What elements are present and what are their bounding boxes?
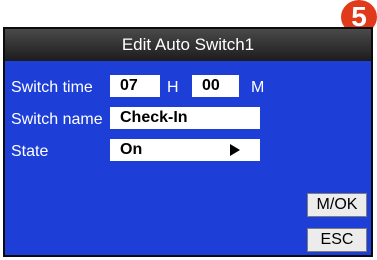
hour-unit-label: H [167,79,179,96]
minute-input[interactable]: 00 [192,75,239,97]
right-arrow-icon [230,144,240,156]
switch-name-input[interactable]: Check-In [110,107,260,129]
state-select[interactable]: On [110,139,260,161]
ok-button[interactable]: M/OK [307,193,367,217]
state-label: State [11,143,49,160]
minute-unit-label: M [251,79,265,96]
edit-auto-switch-screen: Edit Auto Switch1 Switch time 07 H 00 M … [3,27,373,257]
window-title: Edit Auto Switch1 [5,29,371,61]
esc-button[interactable]: ESC [307,228,367,252]
hour-input[interactable]: 07 [110,75,160,97]
state-value: On [120,141,143,158]
switch-time-label: Switch time [11,79,93,96]
switch-name-label: Switch name [11,111,103,128]
